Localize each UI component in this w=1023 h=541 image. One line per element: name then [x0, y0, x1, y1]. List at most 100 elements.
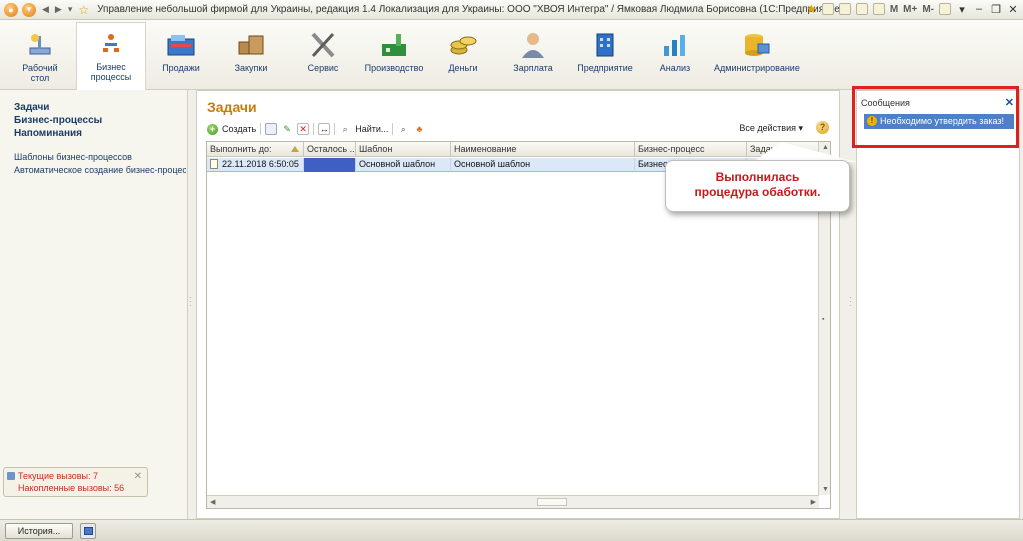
help-icon[interactable]: ? — [816, 121, 829, 134]
section-enterprise[interactable]: Предприятие — [574, 24, 636, 88]
add-favorite-icon[interactable]: ★ — [806, 2, 817, 16]
tools-icon — [307, 30, 339, 60]
main-menu-icon[interactable]: ▾ — [22, 2, 36, 17]
section-desktop[interactable]: Рабочий стол — [14, 24, 66, 88]
navigation-panel: Задачи Бизнес-процессы Напоминания Шабло… — [0, 90, 188, 519]
pencil-icon[interactable]: ✎ — [281, 123, 293, 135]
scroll-down-icon[interactable]: ▼ — [822, 486, 829, 493]
nav-business-processes[interactable]: Бизнес-процессы — [14, 114, 187, 127]
separator — [260, 123, 262, 135]
horizontal-scrollbar[interactable]: ◀ ▶ — [207, 495, 819, 508]
memory-m-button[interactable]: M — [890, 4, 898, 15]
desktop-icon — [24, 30, 56, 60]
cell-remaining — [304, 158, 356, 172]
find-button[interactable]: Найти... — [355, 124, 388, 134]
section-sales[interactable]: Продажи — [152, 24, 210, 88]
messages-panel: Сообщения ✕ ! Необходимо утвердить заказ… — [856, 90, 1020, 519]
tasks-form: Задачи + Создать ✎ ✕ ↔ ⌕ Найти... ⌕ ♣ Вс… — [196, 90, 840, 519]
annotation-callout: Выполнилась процедура обаботки. — [665, 160, 850, 212]
scroll-handle-icon[interactable]: ▪ — [822, 316, 824, 323]
plus-icon: + — [207, 123, 218, 135]
bottom-bar: История... — [0, 519, 1023, 541]
nav-process-templates[interactable]: Шаблоны бизнес-процессов — [14, 151, 186, 164]
restore-icon[interactable]: ❐ — [990, 3, 1002, 16]
column-header-template[interactable]: Шаблон — [356, 142, 451, 157]
period-icon[interactable]: ↔ — [318, 123, 331, 135]
database-icon — [740, 30, 772, 60]
splitter-handle-left[interactable]: · · · — [189, 294, 193, 310]
cell-name: Основной шаблон — [451, 158, 635, 172]
column-header-due[interactable]: Выполнить до: — [207, 142, 304, 157]
callout-line-1: Выполнилась — [715, 170, 800, 184]
separator — [334, 123, 336, 135]
history-button[interactable]: История... — [5, 523, 73, 539]
search-icon: ⌕ — [342, 123, 348, 134]
column-header-name[interactable]: Наименование — [451, 142, 635, 157]
task-icon — [210, 159, 218, 169]
highlight-frame — [852, 86, 1019, 148]
chart-icon — [659, 30, 691, 60]
create-button[interactable]: Создать — [222, 124, 256, 134]
person-icon — [517, 30, 549, 60]
table-header: Выполнить до: Осталось ... Шаблон Наимен… — [207, 142, 819, 157]
separator — [313, 123, 315, 135]
separator — [392, 123, 394, 135]
scroll-thumb[interactable] — [537, 498, 567, 506]
window-title: Управление небольшой фирмой для Украины,… — [97, 4, 844, 15]
scroll-right-icon[interactable]: ▶ — [811, 498, 816, 506]
section-administration[interactable]: Администрирование — [712, 24, 800, 88]
calendar-icon[interactable] — [855, 3, 868, 15]
forward-icon[interactable]: ▶ — [55, 4, 62, 15]
splitter-handle-right[interactable]: · · · — [849, 294, 853, 310]
info-icon[interactable] — [939, 3, 951, 15]
column-header-process[interactable]: Бизнес-процесс — [635, 142, 747, 157]
windows-button[interactable] — [80, 523, 96, 539]
business-process-icon[interactable]: ♣ — [413, 123, 425, 135]
delete-icon[interactable]: ✕ — [297, 123, 310, 135]
business-process-icon — [95, 29, 127, 59]
coins-icon — [447, 30, 479, 60]
nav-auto-create-processes[interactable]: Автоматическое создание бизнес-процес... — [14, 164, 186, 177]
copy-icon[interactable] — [265, 123, 278, 135]
column-header-remaining[interactable]: Осталось ... — [304, 142, 356, 157]
factory-icon — [378, 30, 410, 60]
memory-minus-button[interactable]: M- — [922, 4, 934, 15]
cell-due: 22.11.2018 6:50:05 — [207, 158, 304, 172]
close-icon[interactable]: ✕ — [1007, 3, 1019, 16]
favorites-star-icon[interactable]: ☆ — [78, 3, 89, 17]
toolbar: + Создать ✎ ✕ ↔ ⌕ Найти... ⌕ ♣ — [207, 121, 425, 137]
current-calls: Текущие вызовы: 7 — [18, 471, 99, 481]
close-icon[interactable]: ✕ — [134, 471, 142, 482]
sort-ascending-icon — [291, 146, 299, 152]
callout-pointer — [752, 142, 872, 162]
callout-line-2: процедура обаботки. — [694, 185, 821, 199]
section-production[interactable]: Производство — [360, 24, 428, 88]
nav-reminders[interactable]: Напоминания — [14, 127, 187, 140]
section-salary[interactable]: Зарплата — [504, 24, 562, 88]
calls-counter: Текущие вызовы: 7 Накопленные вызовы: 56… — [3, 467, 148, 497]
history-icon[interactable] — [838, 3, 851, 15]
calculator-icon[interactable] — [872, 3, 885, 15]
boxes-icon — [235, 30, 267, 60]
app-menu-icon[interactable]: ● — [4, 2, 18, 17]
sections-panel: Рабочий стол Бизнес процессы Продажи Зак… — [0, 20, 1023, 90]
section-purchases[interactable]: Закупки — [222, 24, 280, 88]
nav-tasks[interactable]: Задачи — [14, 101, 187, 114]
section-service[interactable]: Сервис — [294, 24, 352, 88]
section-business-processes[interactable]: Бизнес процессы — [76, 22, 146, 90]
memory-plus-button[interactable]: M+ — [903, 4, 917, 15]
all-actions-menu[interactable]: Все действия ▾ — [739, 123, 803, 134]
chevron-down-icon[interactable]: ▾ — [956, 3, 968, 16]
cancel-search-icon[interactable]: ⌕ — [397, 123, 409, 135]
dropdown-icon[interactable]: ▾ — [68, 4, 73, 15]
section-analysis[interactable]: Анализ — [648, 24, 702, 88]
building-icon — [589, 30, 621, 60]
section-money[interactable]: Деньги — [436, 24, 490, 88]
home-icon[interactable] — [821, 3, 834, 15]
minimize-icon[interactable]: – — [973, 3, 985, 15]
scroll-left-icon[interactable]: ◀ — [210, 498, 215, 506]
back-icon[interactable]: ◀ — [42, 4, 49, 15]
page-title: Задачи — [207, 99, 257, 115]
title-bar: ● ▾ ◀ ▶ ▾ ☆ Управление небольшой фирмой … — [0, 0, 1023, 20]
cell-template: Основной шаблон — [356, 158, 451, 172]
